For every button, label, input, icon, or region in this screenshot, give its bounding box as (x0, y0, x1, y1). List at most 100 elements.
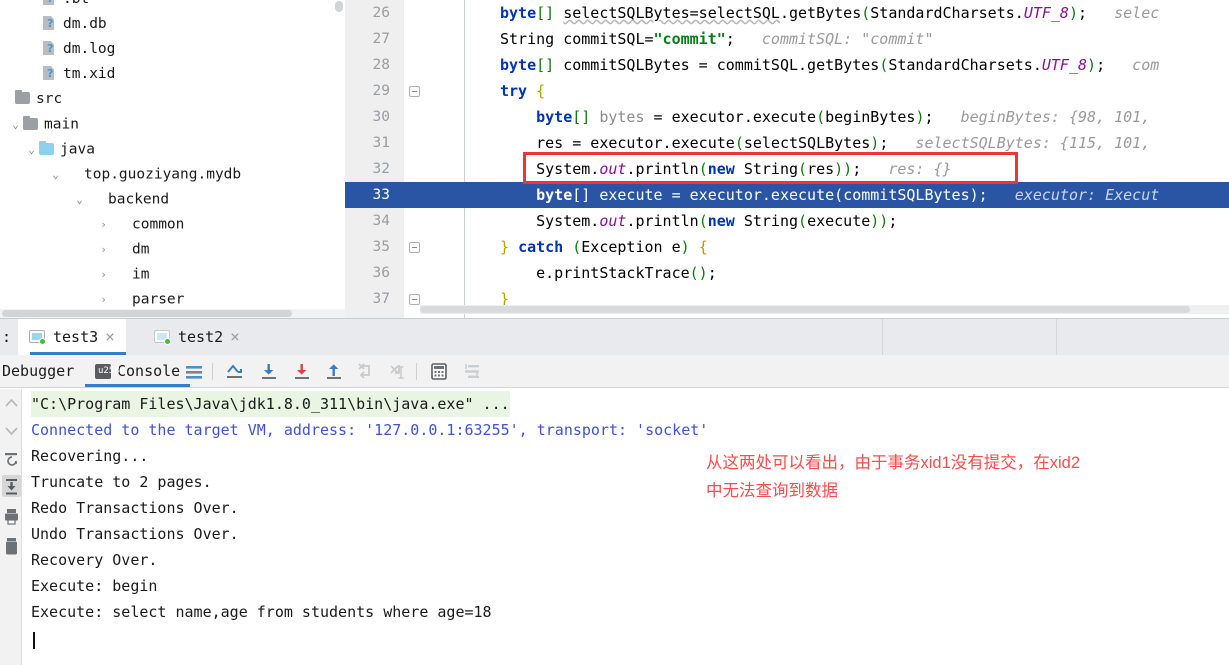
file-question-icon: ? (42, 0, 59, 5)
chevron-down-icon[interactable]: ⌄ (72, 187, 87, 212)
fold-marker-icon[interactable] (409, 242, 420, 253)
code-line-36[interactable]: 36 e.printStackTrace(); (345, 260, 1229, 286)
tree-item-main[interactable]: ⌄ main (8, 112, 79, 137)
console-line-2: Recovering... (31, 447, 149, 465)
project-tree-hscrollbar[interactable] (0, 309, 345, 318)
project-tree-panel[interactable]: ? .bt ? dm.db? dm.log? tm.xid src ⌄ main ⌄ java ⌄ to… (0, 0, 345, 318)
code-line-33[interactable]: 33 byte[] execute = executor.execute(com… (345, 182, 1229, 208)
soft-wrap-icon[interactable] (2, 475, 21, 497)
code-line-26[interactable]: 26 byte[] selectSQLBytes=selectSQL.getByt… (345, 0, 1229, 26)
line-number: 36 (372, 265, 390, 281)
tree-item-backend[interactable]: ⌄ backend (72, 187, 169, 212)
editor-hscrollbar[interactable] (420, 305, 1229, 314)
line-number: 26 (372, 5, 390, 21)
console-line-5: Undo Transactions Over. (31, 525, 239, 543)
code-text: System.out.println(new String(execute)); (500, 212, 898, 230)
step-over-icon[interactable] (224, 361, 246, 382)
tree-item-dm-log[interactable]: ? dm.log (27, 37, 115, 62)
close-icon[interactable]: × (105, 329, 115, 345)
console-line-6: Recovery Over. (31, 551, 158, 569)
tree-item-label: im (132, 266, 150, 283)
package-icon (87, 192, 104, 206)
tree-item-tm-xid[interactable]: ? tm.xid (27, 62, 115, 87)
tree-item-label: main (44, 116, 79, 133)
scroll-up-icon[interactable] (2, 393, 21, 415)
tree-item-src[interactable]: src (0, 87, 62, 112)
tree-item-top-guoziyang-mydb[interactable]: ⌄ top.guoziyang.mydb (48, 162, 241, 187)
tree-item-label: src (36, 91, 63, 107)
clear-all-icon[interactable] (2, 535, 21, 557)
print-icon[interactable] (2, 505, 21, 527)
tab-debugger[interactable]: Debugger (0, 355, 84, 387)
tree-item-label: dm (132, 241, 150, 258)
line-number: 27 (372, 31, 390, 47)
chevron-right-icon[interactable]: › (96, 262, 111, 287)
step-into-icon[interactable] (258, 361, 280, 382)
code-line-35[interactable]: 35} catch (Exception e) { (345, 234, 1229, 260)
settings-list-icon[interactable] (461, 361, 483, 382)
chinese-annotation-line2: 中无法查询到数据 (706, 482, 838, 500)
chevron-right-icon[interactable]: › (96, 212, 111, 237)
console-line-3: Truncate to 2 pages. (31, 473, 212, 491)
code-text: byte[] execute = executor.execute(commit… (536, 186, 1160, 204)
code-text: byte[] selectSQLBytes=selectSQL.getBytes… (500, 4, 1160, 22)
chevron-down-icon[interactable]: ⌄ (8, 112, 23, 137)
project-tree-scrollbar[interactable] (335, 0, 345, 310)
line-number: 28 (372, 57, 390, 73)
chinese-annotation-line1: 从这两处可以看出，由于事务xid1没有提交，在xid2 (706, 454, 1081, 472)
fold-marker-icon[interactable] (409, 294, 420, 305)
code-line-34[interactable]: 34 System.out.println(new String(execute… (345, 208, 1229, 234)
chevron-down-icon[interactable]: ⌄ (24, 137, 39, 162)
code-text: res = executor.execute(selectSQLBytes); … (500, 134, 1151, 152)
tree-item-label: .bt (63, 0, 89, 7)
toolbar-separator-1 (212, 363, 213, 380)
soft-wrap-toggle-icon[interactable] (183, 361, 205, 382)
code-line-30[interactable]: 30 byte[] bytes = executor.execute(begin… (345, 104, 1229, 130)
run-config-icon (29, 329, 46, 345)
code-line-28[interactable]: 28 byte[] commitSQLBytes = commitSQL.getB… (345, 52, 1229, 78)
package-icon (63, 167, 80, 181)
console-line-0: "C:\Program Files\Java\jdk1.8.0_311\bin\… (31, 391, 510, 417)
run-tab-label: test2 (178, 328, 224, 346)
rerun-icon[interactable] (2, 447, 21, 469)
code-text: String commitSQL="commit"; commitSQL: "c… (500, 30, 934, 48)
tree-item-dm[interactable]: › dm (96, 237, 149, 262)
line-number: 30 (372, 109, 390, 125)
run-tab-test2[interactable]: test2 × (143, 319, 251, 355)
code-line-31[interactable]: 31 res = executor.execute(selectSQLBytes… (345, 130, 1229, 156)
code-line-27[interactable]: 27 String commitSQL="commit"; commitSQL: … (345, 26, 1229, 52)
close-icon[interactable]: × (230, 329, 240, 345)
drop-frame-icon[interactable] (355, 361, 377, 382)
line-number: 29 (372, 83, 390, 99)
project-tree-scrollbar-thumb[interactable] (335, 1, 343, 12)
run-tool-window-tabs[interactable]: : test3 × test2 × (0, 318, 1229, 355)
tree-item-common[interactable]: › common (96, 212, 184, 237)
run-tab-test3[interactable]: test3 × (18, 319, 126, 355)
tree-item-java[interactable]: ⌄ java (24, 137, 95, 162)
force-step-into-icon[interactable] (291, 361, 313, 382)
evaluate-expression-icon[interactable] (428, 361, 450, 382)
run-to-cursor-icon[interactable] (387, 361, 409, 382)
tab-console[interactable]: Console (85, 355, 191, 387)
code-text: byte[] commitSQLBytes = commitSQL.getByt… (500, 56, 1160, 74)
console-icon (95, 363, 125, 379)
tree-item-label: tm.xid (63, 66, 116, 82)
debugger-subtabs-toolbar[interactable]: Debugger Console (0, 355, 1229, 388)
fold-marker-icon[interactable] (409, 86, 420, 97)
tree-item-dm-db[interactable]: ? dm.db (27, 12, 107, 37)
tree-item-label: backend (108, 191, 170, 208)
console-output-panel[interactable]: "C:\Program Files\Java\jdk1.8.0_311\bin\… (0, 389, 1229, 665)
chevron-right-icon[interactable]: › (96, 237, 111, 262)
tree-item-im[interactable]: › im (96, 262, 149, 287)
run-window-left-label: : (2, 328, 12, 346)
tree-item--bt[interactable]: ? .bt (27, 0, 89, 12)
console-caret (33, 632, 35, 649)
chevron-down-icon[interactable]: ⌄ (48, 162, 63, 187)
scroll-down-icon[interactable] (2, 419, 21, 441)
code-line-32[interactable]: 32 System.out.println(new String(res)); … (345, 156, 1229, 182)
step-out-icon[interactable] (323, 361, 345, 382)
tab-debugger-label: Debugger (2, 362, 75, 380)
code-editor[interactable]: 26 byte[] selectSQLBytes=selectSQL.getByt… (345, 0, 1229, 318)
console-side-toolbar[interactable] (0, 389, 22, 665)
code-line-29[interactable]: 29 try { (345, 78, 1229, 104)
